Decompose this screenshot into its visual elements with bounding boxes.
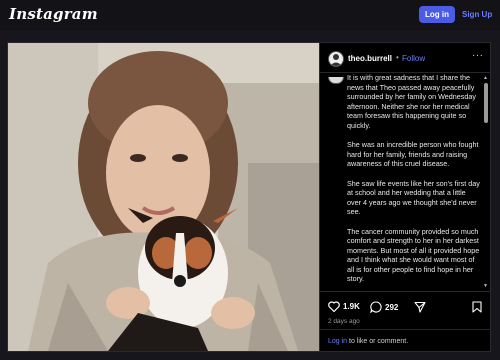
signup-link[interactable]: Sign Up	[462, 10, 492, 19]
comment-count: 292	[385, 302, 399, 312]
caption-scrollbar[interactable]: ▲ ▼	[483, 75, 489, 289]
login-prompt-link[interactable]: Log in	[328, 338, 347, 345]
caption-paragraph: She was an incredible person who fought …	[347, 140, 479, 169]
login-prompt: Log in to like or comment.	[320, 329, 491, 351]
login-prompt-text: to like or comment.	[347, 338, 409, 345]
top-bar: Instagram Log in Sign Up	[0, 0, 500, 30]
instagram-logo[interactable]: Instagram	[9, 5, 98, 23]
post-card: theo.burrell • Follow ··· It is with gre…	[7, 42, 491, 352]
separator-dot: •	[396, 53, 399, 62]
post-header: theo.burrell • Follow ···	[320, 43, 491, 73]
share-button[interactable]	[414, 301, 426, 313]
more-options-icon[interactable]: ···	[472, 50, 484, 61]
share-plane-icon	[414, 301, 426, 313]
avatar-silhouette-icon	[330, 54, 342, 66]
photo-illustration	[8, 43, 319, 351]
save-button[interactable]	[472, 301, 482, 313]
follow-button[interactable]: Follow	[402, 54, 425, 63]
comment-button[interactable]: 292	[370, 301, 398, 313]
caption-paragraph: The cancer community provided so much co…	[347, 226, 480, 284]
caption-area[interactable]: It is with great sadness that I share th…	[320, 73, 491, 291]
heart-icon	[328, 301, 340, 312]
post-timestamp: 2 days ago	[328, 318, 360, 325]
post-photo[interactable]	[8, 43, 319, 351]
post-sidebar: theo.burrell • Follow ··· It is with gre…	[319, 43, 491, 351]
username[interactable]: theo.burrell	[348, 54, 392, 63]
like-count: 1.9K	[343, 302, 360, 311]
like-button[interactable]: 1.9K	[328, 301, 360, 312]
caption-text: It is with great sadness that I share th…	[347, 73, 481, 291]
avatar[interactable]	[328, 51, 344, 67]
scroll-down-arrow-icon[interactable]: ▼	[483, 283, 488, 289]
bookmark-icon	[472, 301, 482, 313]
caption-avatar	[328, 77, 344, 84]
caption-paragraph: She saw life events like her son's first…	[347, 178, 480, 217]
login-button[interactable]: Log in	[419, 6, 455, 23]
scroll-thumb[interactable]	[484, 83, 488, 123]
caption-paragraph: It is with great sadness that I share th…	[347, 73, 476, 130]
scroll-up-arrow-icon[interactable]: ▲	[483, 75, 488, 81]
comment-bubble-icon	[370, 301, 382, 313]
